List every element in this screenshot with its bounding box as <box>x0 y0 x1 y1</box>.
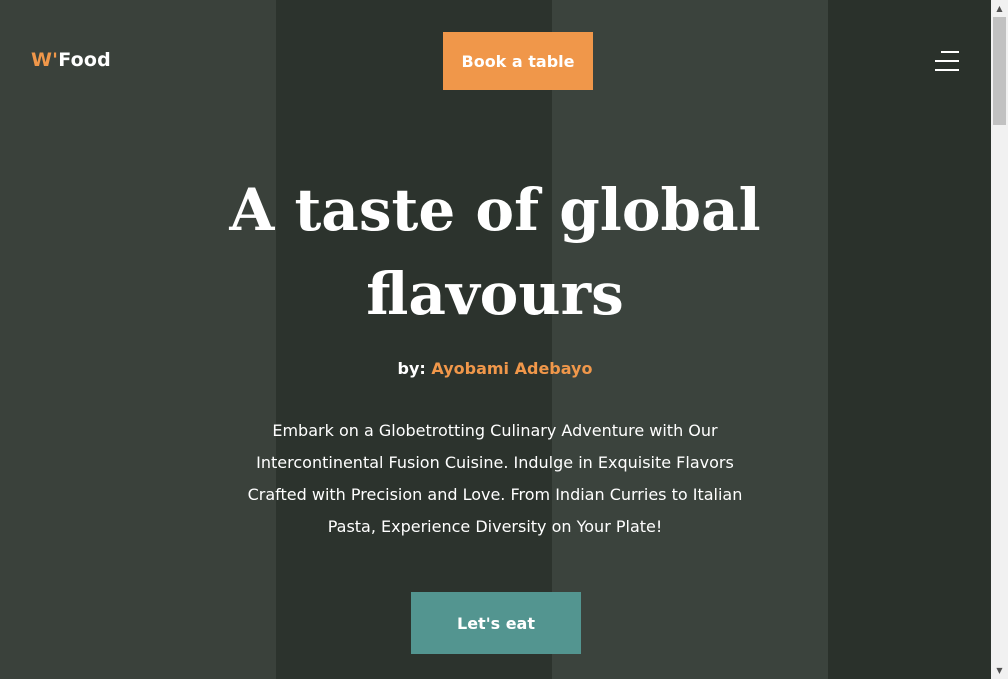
byline-prefix: by: <box>397 359 426 378</box>
site-logo[interactable]: W'Food <box>31 49 111 71</box>
hero-description: Embark on a Globetrotting Culinary Adven… <box>247 421 743 536</box>
menu-line <box>935 60 959 62</box>
author-name: Ayobami Adebayo <box>431 359 593 378</box>
author-byline: by: Ayobami Adebayo <box>200 359 790 378</box>
background-stripe <box>828 0 991 679</box>
background-stripe <box>552 0 828 679</box>
hamburger-menu-icon[interactable] <box>931 48 959 74</box>
scroll-down-arrow-icon[interactable]: ▼ <box>991 662 1008 679</box>
vertical-scrollbar[interactable]: ▲ ▼ <box>991 0 1008 679</box>
book-table-button[interactable]: Book a table <box>443 32 593 90</box>
logo-accent: W' <box>31 49 59 71</box>
hero-section: W'Food Book a table A taste of global fl… <box>0 0 991 679</box>
background-stripe <box>0 0 276 679</box>
background-stripe <box>276 0 552 679</box>
hero-title: A taste of global flavours <box>229 176 761 328</box>
menu-line <box>935 69 959 71</box>
logo-text: Food <box>58 49 111 71</box>
lets-eat-button[interactable]: Let's eat <box>411 592 581 654</box>
menu-line <box>941 51 959 53</box>
scroll-thumb[interactable] <box>993 17 1006 125</box>
scroll-up-arrow-icon[interactable]: ▲ <box>991 0 1008 17</box>
